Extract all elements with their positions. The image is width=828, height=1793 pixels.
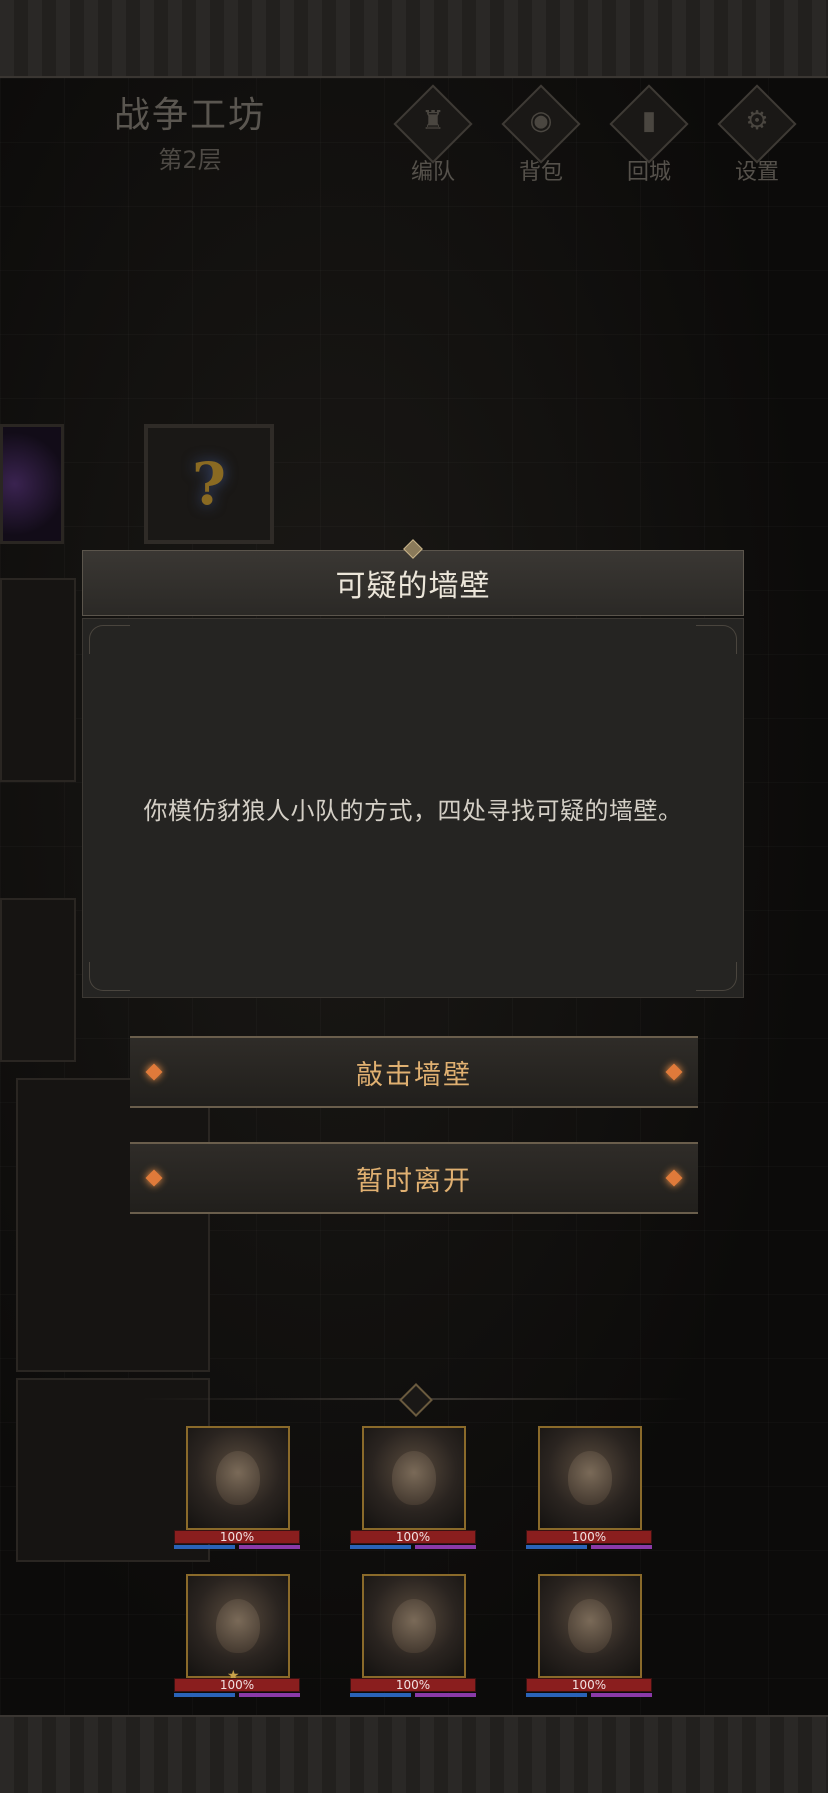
event-title: 可疑的墙壁 (335, 569, 491, 604)
mp-bar (174, 1693, 235, 1697)
choice-label: 暂时离开 (356, 1165, 472, 1197)
return-town-button[interactable]: ▮ 回城 (608, 84, 690, 186)
hero-portrait (362, 1426, 466, 1530)
hp-value: 100% (571, 1678, 607, 1692)
hero-card[interactable]: 100% (524, 1574, 654, 1698)
knock-wall-button[interactable]: 敲击墙壁 (130, 1036, 698, 1108)
choice-label: 敲击墙壁 (356, 1059, 472, 1091)
hp-value: 100% (395, 1530, 431, 1544)
monster-tile[interactable] (0, 424, 64, 544)
hero-portrait (538, 1426, 642, 1530)
location-title: 战争工坊 (113, 95, 266, 136)
sp-bar (591, 1693, 652, 1697)
hero-portrait (362, 1574, 466, 1678)
hero-portrait (538, 1574, 642, 1678)
team-button[interactable]: ♜ 编队 (392, 84, 474, 186)
event-modal-header: 可疑的墙壁 (82, 550, 744, 616)
corner-ornament (89, 962, 130, 991)
sp-bar (239, 1545, 300, 1549)
sp-bar (415, 1693, 476, 1697)
location-info: 战争工坊 第2层 (80, 86, 300, 175)
hero-card[interactable]: ★ 100% (172, 1574, 302, 1698)
hp-bar: 100% (526, 1530, 652, 1544)
event-modal-body: 你模仿豺狼人小队的方式，四处寻找可疑的墙壁。 (82, 618, 744, 998)
map-corridor (0, 578, 76, 782)
map-room (16, 1078, 210, 1372)
gem-icon (145, 1169, 163, 1187)
event-description: 你模仿豺狼人小队的方式，四处寻找可疑的墙壁。 (143, 796, 683, 825)
hp-bar: 100% (350, 1678, 476, 1692)
question-mark-icon: ? (192, 450, 226, 518)
mp-bar (526, 1545, 587, 1549)
hp-bar: 100% (174, 1678, 300, 1692)
sp-bar (239, 1693, 300, 1697)
backpack-button[interactable]: ◉ 背包 (500, 84, 582, 186)
mp-bar (350, 1545, 411, 1549)
corner-ornament (89, 625, 130, 654)
hero-portrait (186, 1574, 290, 1678)
hp-value: 100% (219, 1678, 255, 1692)
gem-icon (145, 1063, 163, 1081)
hero-card[interactable]: 100% (524, 1426, 654, 1550)
hp-bar: 100% (526, 1678, 652, 1692)
hero-portrait (186, 1426, 290, 1530)
hp-value: 100% (571, 1530, 607, 1544)
sp-bar (415, 1545, 476, 1549)
corner-ornament (696, 962, 737, 991)
sp-bar (591, 1545, 652, 1549)
top-frame (0, 0, 828, 78)
hero-card[interactable]: 100% (348, 1426, 478, 1550)
floor-label: 第2层 (158, 146, 222, 174)
mystery-tile[interactable]: ? (144, 424, 274, 544)
map-corridor (0, 898, 76, 1062)
hero-card[interactable]: 100% (172, 1426, 302, 1550)
mp-bar (350, 1693, 411, 1697)
settings-button[interactable]: ⚙ 设置 (716, 84, 798, 186)
mp-bar (526, 1693, 587, 1697)
mp-bar (174, 1545, 235, 1549)
hp-value: 100% (219, 1530, 255, 1544)
hp-bar: 100% (350, 1530, 476, 1544)
hp-value: 100% (395, 1678, 431, 1692)
leave-button[interactable]: 暂时离开 (130, 1142, 698, 1214)
toolbar: ♜ 编队 ◉ 背包 ▮ 回城 ⚙ 设置 (392, 84, 798, 186)
bottom-frame (0, 1715, 828, 1793)
hp-bar: 100% (174, 1530, 300, 1544)
corner-ornament (696, 625, 737, 654)
hero-card[interactable]: 100% (348, 1574, 478, 1698)
gem-icon (665, 1063, 683, 1081)
gem-icon (665, 1169, 683, 1187)
